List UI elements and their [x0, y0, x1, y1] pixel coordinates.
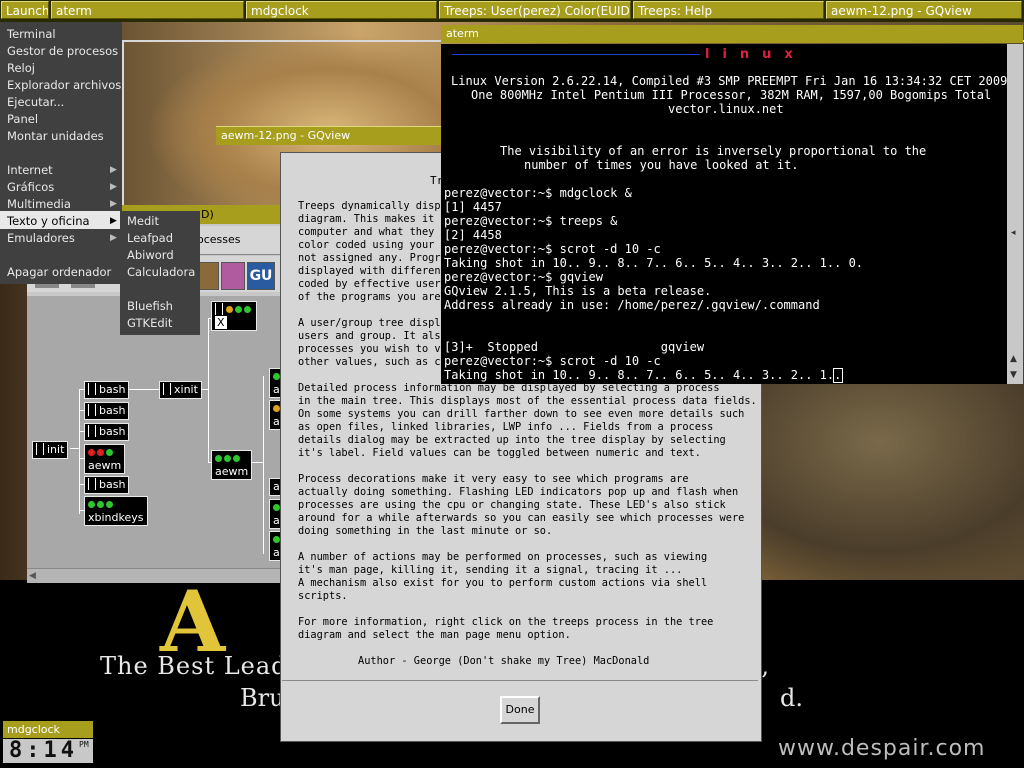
process-init[interactable]: init — [32, 441, 69, 459]
taskbar: Launch aterm mdgclock Treeps: User(perez… — [0, 0, 1024, 22]
menu-item-terminal[interactable]: Terminal — [7, 26, 56, 42]
linux-version-line: Linux Version 2.6.22.14, Compiled #3 SMP… — [451, 74, 1008, 88]
terminal-line: [1] 4457 — [444, 200, 502, 214]
menu-item-internet[interactable]: Internet — [7, 162, 53, 178]
process-x[interactable]: X — [211, 301, 257, 331]
menu-item-emulators[interactable]: Emuladores — [7, 230, 75, 246]
process-aewm-child[interactable]: aewm — [84, 444, 126, 474]
terminal-line: perez@vector:~$ mdgclock & — [444, 186, 632, 200]
menu-item-graphics[interactable]: Gráficos — [7, 179, 54, 195]
submenu-item-leafpad[interactable]: Leafpad — [127, 230, 173, 246]
help-paragraph-3: Detailed process information may be disp… — [298, 382, 757, 459]
terminal-line: [3]+ Stopped gqview — [444, 340, 705, 354]
process-tree-canvas[interactable]: init bash bash bash aewm bash xbindkeys … — [27, 296, 286, 568]
done-button[interactable]: Done — [500, 696, 540, 724]
clock-time: 8:14 — [9, 738, 78, 763]
process-bash-2[interactable]: bash — [84, 402, 130, 420]
menu-item-clock[interactable]: Reloj — [7, 60, 35, 76]
submenu-item-calculator[interactable]: Calculadora — [127, 264, 195, 280]
help-author: Author - George (Don't shake my Tree) Ma… — [358, 655, 650, 667]
linux-banner: linux — [705, 47, 806, 62]
process-xbindkeys[interactable]: xbindkeys — [84, 496, 148, 526]
submenu-item-bluefish[interactable]: Bluefish — [127, 298, 173, 314]
terminal-line: perez@vector:~$ scrot -d 10 -c — [444, 354, 661, 368]
menu-item-process-manager[interactable]: Gestor de procesos — [7, 43, 118, 59]
scroll-thumb-icon[interactable]: ◂ — [1011, 228, 1016, 238]
submenu-item-gtkedit[interactable]: GTKEdit — [127, 315, 172, 331]
submenu-arrow-icon: ▶ — [110, 182, 117, 192]
process-bash-1[interactable]: bash — [84, 381, 130, 399]
terminal-line: [2] 4458 — [444, 228, 502, 242]
fortune-line-2: number of times you have looked at it. — [524, 158, 799, 172]
terminal-cursor — [833, 368, 843, 383]
process-xinit[interactable]: xinit — [159, 381, 202, 399]
submenu-arrow-icon: ▶ — [110, 233, 117, 243]
treeps-menu-processes[interactable]: ocesses — [197, 233, 241, 246]
clock-display: 8:14 PM — [3, 739, 93, 763]
help-paragraph-6: For more information, right click on the… — [298, 616, 714, 641]
gu-icon[interactable]: GU — [247, 262, 275, 290]
user-icon[interactable] — [221, 262, 245, 290]
menu-item-shutdown[interactable]: Apagar ordenador — [7, 264, 111, 280]
scroll-up-icon[interactable]: ▲ — [1010, 354, 1017, 364]
office-submenu: Medit Leafpad Abiword Calculadora Bluefi… — [120, 211, 200, 335]
launch-menu: Terminal Gestor de procesos Reloj Explor… — [0, 22, 122, 284]
menu-item-file-explorer[interactable]: Explorador archivos — [7, 77, 121, 93]
aterm-terminal[interactable]: Linux Version 2.6.22.14, Compiled #3 SMP… — [441, 44, 1007, 384]
terminal-line: GQview 2.1.5, This is a beta release. — [444, 284, 712, 298]
task-treeps-user[interactable]: Treeps: User(perez) Color(EUID) — [439, 1, 631, 19]
terminal-line: Taking shot in 10.. 9.. 8.. 7.. 6.. 5.. … — [444, 368, 849, 382]
poster-caption-line3: d. — [780, 684, 803, 712]
help-paragraph-5: A number of actions may be performed on … — [298, 551, 708, 602]
cpu-info-line: One 800MHz Intel Pentium III Processor, … — [471, 88, 992, 102]
hostname-line: vector.linux.net — [668, 102, 784, 116]
submenu-item-medit[interactable]: Medit — [127, 213, 159, 229]
banner-rule — [452, 54, 700, 55]
fortune-line-1: The visibility of an error is inversely … — [500, 144, 927, 158]
clock-ampm: PM — [79, 740, 89, 749]
terminal-line: perez@vector:~$ scrot -d 10 -c — [444, 242, 661, 256]
terminal-line: perez@vector:~$ gqview — [444, 270, 603, 284]
process-aewm[interactable]: aewm — [211, 450, 253, 480]
launch-button[interactable]: Launch — [1, 1, 49, 19]
help-paragraph-4: Process decorations make it very easy to… — [298, 473, 745, 537]
terminal-line: Address already in use: /home/perez/.gqv… — [444, 298, 820, 312]
submenu-arrow-icon: ▶ — [110, 216, 117, 226]
terminal-line: perez@vector:~$ treeps & — [444, 214, 618, 228]
task-aterm[interactable]: aterm — [51, 1, 244, 19]
process-bash-3[interactable]: bash — [84, 423, 130, 441]
menu-item-panel[interactable]: Panel — [7, 111, 38, 127]
gqview-title: aewm-12.png - GQview — [221, 129, 351, 142]
poster-caption-line2: Bru — [240, 684, 285, 712]
aterm-title: aterm — [446, 27, 479, 40]
submenu-arrow-icon: ▶ — [110, 165, 117, 175]
scroll-down-icon[interactable]: ▼ — [1010, 370, 1017, 380]
task-gqview[interactable]: aewm-12.png - GQview — [826, 1, 1022, 19]
menu-item-mount-drives[interactable]: Montar unidades — [7, 128, 104, 144]
mdgclock-title: mdgclock — [7, 723, 60, 736]
scroll-left-icon[interactable]: ◀ — [29, 571, 36, 581]
menu-item-run[interactable]: Ejecutar... — [7, 94, 64, 110]
poster-url: www.despair.com — [778, 736, 986, 761]
aterm-titlebar[interactable]: aterm — [441, 25, 1023, 43]
submenu-arrow-icon: ▶ — [110, 199, 117, 209]
treeps-title-fragment: D) — [201, 208, 214, 221]
menu-item-multimedia[interactable]: Multimedia — [7, 196, 71, 212]
submenu-item-abiword[interactable]: Abiword — [127, 247, 174, 263]
task-treeps-help[interactable]: Treeps: Help — [633, 1, 824, 19]
menu-item-text-office[interactable]: Texto y oficina — [7, 213, 90, 229]
aterm-scrollbar[interactable]: ◂ ▲ ▼ — [1007, 44, 1023, 384]
task-mdgclock[interactable]: mdgclock — [246, 1, 437, 19]
process-bash-4[interactable]: bash — [84, 476, 130, 494]
terminal-line: Taking shot in 10.. 9.. 8.. 7.. 6.. 5.. … — [444, 256, 864, 270]
treeps-horizontal-scrollbar[interactable]: ◀ — [27, 568, 282, 583]
help-divider — [282, 680, 758, 681]
